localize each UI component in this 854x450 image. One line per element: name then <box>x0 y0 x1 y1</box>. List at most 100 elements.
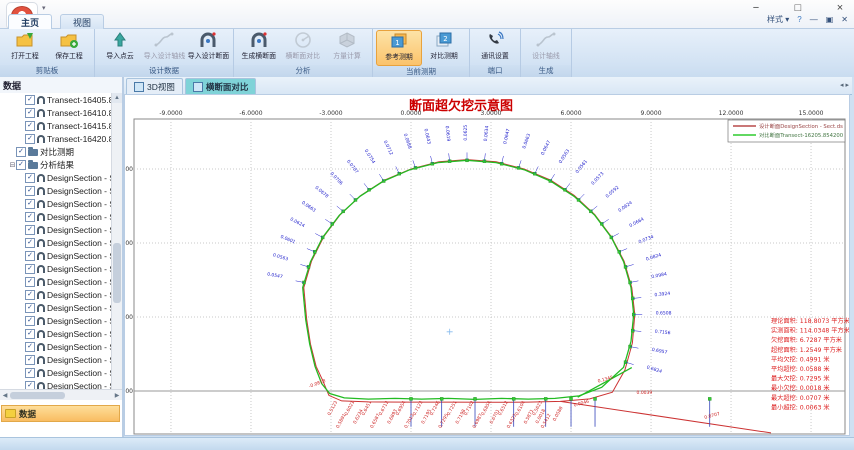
compass-icon <box>292 30 314 50</box>
tree-item-section-16[interactable]: ✓ DesignSection - Sect <box>0 301 112 314</box>
ribbon-button-0-0[interactable]: 打开工程 <box>3 30 47 64</box>
tree-item-section-11[interactable]: ✓DesignSection - Sect <box>0 236 112 249</box>
doc-tab-1[interactable]: 横断面对比 <box>185 78 257 94</box>
tree-item-label: 分析结果 <box>40 159 74 171</box>
x-tick-label: 6.0000 <box>561 110 582 117</box>
ribbon-button-3-1[interactable]: 2对比测期 <box>422 30 466 64</box>
tree-checkbox[interactable]: ✓ <box>25 303 35 313</box>
ribbon-button-1-0[interactable]: 导入点云 <box>98 30 142 64</box>
collapse-icon[interactable]: ⊟ <box>9 161 16 169</box>
measure-tick <box>602 219 609 224</box>
ribbon-button-3-0[interactable]: 1参考测期 <box>376 30 422 66</box>
tree-item-label: DesignSection - Sect <box>47 316 112 326</box>
tree-item-transect-3[interactable]: ✓Transect-16420.85 <box>0 132 112 145</box>
ribbon-tab-0[interactable]: 主页 <box>8 14 52 29</box>
tree-checkbox[interactable]: ✓ <box>25 277 35 287</box>
tree-item-folder-4[interactable]: ✓对比测期 <box>0 145 112 158</box>
ribbon-button-2-2[interactable]: 方量计算 <box>325 30 369 64</box>
style-dropdown[interactable]: 样式 ▾ <box>767 14 789 25</box>
tree-checkbox[interactable]: ✓ <box>25 355 35 365</box>
ribbon-restore-icon[interactable]: ▣ <box>826 15 834 24</box>
ribbon-close-icon[interactable]: ✕ <box>841 15 848 24</box>
ribbon-button-1-2[interactable]: 导入设计断面 <box>186 30 230 64</box>
tree-checkbox[interactable]: ✓ <box>25 368 35 378</box>
tree-checkbox[interactable]: ✓ <box>16 160 26 170</box>
tree-checkbox[interactable]: ✓ <box>16 147 26 157</box>
tree-item-section-20[interactable]: ✓ DesignSection - Sect <box>0 353 112 366</box>
extra-value-label: 0.0588 <box>552 405 565 422</box>
ribbon-button-4-0[interactable]: 通讯设置 <box>473 30 517 64</box>
ribbon-group-label: 生成 <box>521 65 571 77</box>
x-tick-label: 12.0000 <box>719 110 744 117</box>
tree-item-section-12[interactable]: ✓DesignSection - Sect <box>0 249 112 262</box>
measure-tick <box>579 194 585 200</box>
tree-horizontal-scrollbar[interactable]: ◀ ▶ <box>0 389 122 400</box>
scroll-left-icon[interactable]: ◀ <box>0 392 10 399</box>
tree-checkbox[interactable]: ✓ <box>25 173 35 183</box>
tree-checkbox[interactable]: ✓ <box>25 290 35 300</box>
tree-item-section-14[interactable]: ✓DesignSection - Sect <box>0 275 112 288</box>
tree-item-label: DesignSection - Sect <box>47 212 112 222</box>
tree-checkbox[interactable]: ✓ <box>25 199 35 209</box>
tree-item-section-9[interactable]: ✓ DesignSection - Sect <box>0 210 112 223</box>
doc-tab-0[interactable]: 3D视图 <box>126 78 183 94</box>
tree-checkbox[interactable]: ✓ <box>25 95 35 105</box>
tree-item-label: DesignSection - Sect <box>47 303 112 313</box>
quick-access-caret-icon[interactable]: ▾ <box>42 4 46 12</box>
tree-item-folder-5[interactable]: ⊟✓ 分析结果 <box>0 158 112 171</box>
help-icon[interactable]: ? <box>797 15 801 24</box>
measure-point-marker <box>600 222 603 225</box>
tree-item-section-8[interactable]: ✓DesignSection - Sect <box>0 197 112 210</box>
tree-vertical-scrollbar[interactable]: ▲ <box>111 93 122 398</box>
tree-checkbox[interactable]: ✓ <box>25 121 35 131</box>
tab-nav-arrows[interactable]: ◂ ▸ <box>840 81 849 89</box>
tree-checkbox[interactable]: ✓ <box>25 342 35 352</box>
x-tick-label: -9.0000 <box>159 110 182 117</box>
scroll-right-icon[interactable]: ▶ <box>112 392 122 399</box>
tree-checkbox[interactable]: ✓ <box>25 316 35 326</box>
tree-item-transect-0[interactable]: ✓Transect-16405.85 <box>0 93 112 106</box>
floor-point-marker <box>440 397 443 400</box>
tree-item-section-10[interactable]: ✓DesignSection - Sect <box>0 223 112 236</box>
tree-item-section-18[interactable]: ✓DesignSection - Sect <box>0 327 112 340</box>
tree-item-section-6[interactable]: ✓ DesignSection - Sect <box>0 171 112 184</box>
measure-tick <box>364 183 369 189</box>
ribbon-tab-1[interactable]: 视图 <box>60 14 104 29</box>
tree-item-transect-1[interactable]: ✓ Transect-16410.85 <box>0 106 112 119</box>
tree-item-section-15[interactable]: ✓ DesignSection - Sect <box>0 288 112 301</box>
tree-item-label: DesignSection - Sect <box>47 355 112 365</box>
data-panel-tab[interactable]: 数据 <box>1 405 120 422</box>
ribbon-button-1-1[interactable]: 导入设计轴线 <box>142 30 186 64</box>
doc-tab-icon <box>134 82 144 92</box>
measure-tick <box>350 194 356 200</box>
measure-point-marker <box>307 265 310 268</box>
tree-checkbox[interactable]: ✓ <box>25 225 35 235</box>
legend-label: 对比断面Transect-16205.854200 <box>759 131 844 139</box>
tree-checkbox[interactable]: ✓ <box>25 329 35 339</box>
ribbon-button-5-0[interactable]: 设计轴线 <box>524 30 568 64</box>
tree-item-section-21[interactable]: ✓DesignSection - Sect <box>0 366 112 379</box>
tree-checkbox[interactable]: ✓ <box>25 186 35 196</box>
phone-icon <box>484 30 506 50</box>
ribbon-button-2-0[interactable]: 生成横断面 <box>237 30 281 64</box>
ribbon-group-5: 设计轴线生成 <box>521 29 572 77</box>
ribbon-button-2-1[interactable]: 横断面对比 <box>281 30 325 64</box>
tree-checkbox[interactable]: ✓ <box>25 212 35 222</box>
overbreak-value-label: 0.0547 <box>267 271 284 280</box>
tree-item-section-13[interactable]: ✓DesignSection - Sect <box>0 262 112 275</box>
tree-item-label: DesignSection - Sect <box>47 290 112 300</box>
tree-item-label: Transect-16410.85 <box>47 108 112 118</box>
ribbon-button-0-1[interactable]: 保存工程 <box>47 30 91 64</box>
tree-item-section-7[interactable]: ✓DesignSection - Sect <box>0 184 112 197</box>
overbreak-value-label: 0.0592 <box>604 185 620 200</box>
tree-checkbox[interactable]: ✓ <box>25 264 35 274</box>
tree-checkbox[interactable]: ✓ <box>25 238 35 248</box>
tree-item-label: DesignSection - Sect <box>47 173 112 183</box>
tree-item-transect-2[interactable]: ✓Transect-16415.85 <box>0 119 112 132</box>
tree-item-section-19[interactable]: ✓DesignSection - Sect <box>0 340 112 353</box>
ribbon-minimize-icon[interactable]: — <box>810 15 818 24</box>
tree-checkbox[interactable]: ✓ <box>25 108 35 118</box>
tree-checkbox[interactable]: ✓ <box>25 251 35 261</box>
scroll-up-icon[interactable]: ▲ <box>112 93 122 103</box>
tree-item-section-17[interactable]: ✓ DesignSection - Sect <box>0 314 112 327</box>
